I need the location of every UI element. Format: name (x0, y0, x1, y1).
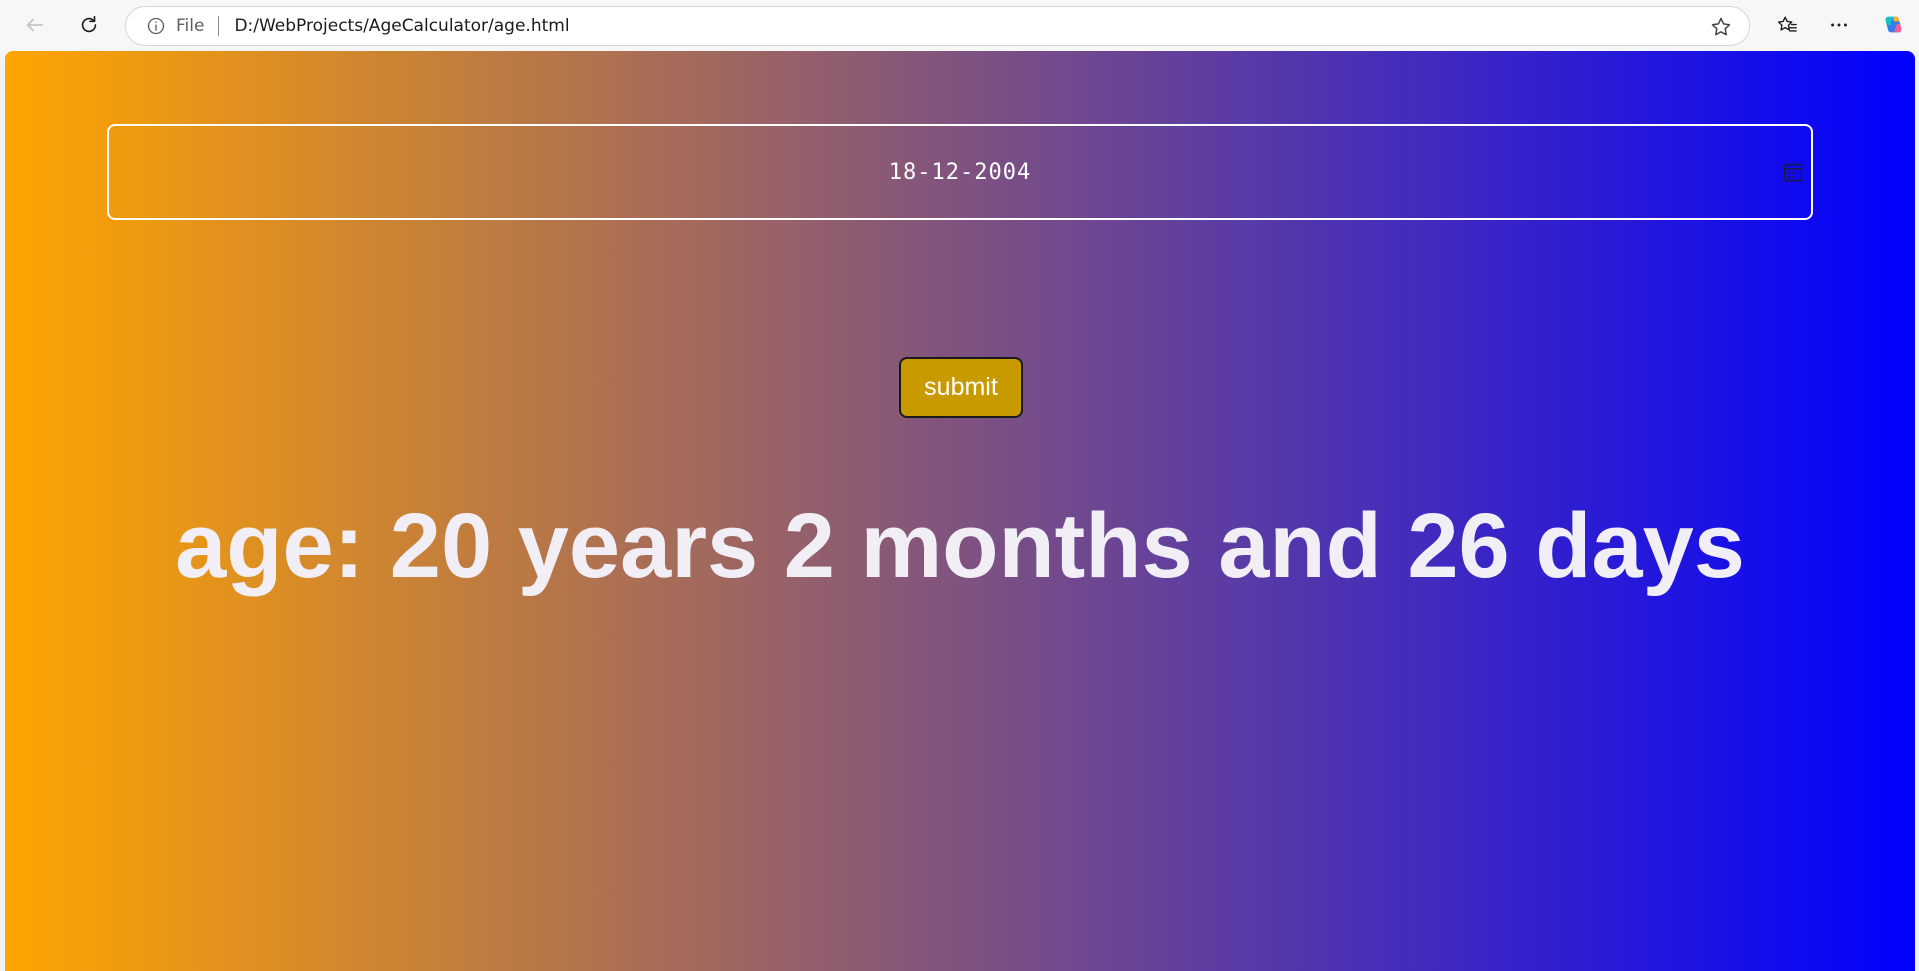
browser-toolbar: File D:/WebProjects/AgeCalculator/age.ht… (0, 0, 1919, 51)
back-button[interactable] (18, 8, 52, 42)
date-input[interactable]: 18-12-2004 (107, 124, 1813, 220)
more-menu-button[interactable] (1822, 8, 1856, 42)
url-separator (218, 16, 220, 36)
calendar-icon[interactable] (1781, 160, 1805, 184)
date-input-value[interactable]: 18-12-2004 (889, 160, 1031, 185)
star-icon[interactable] (1709, 15, 1733, 39)
copilot-icon (1885, 16, 1902, 33)
reload-button[interactable] (72, 8, 106, 42)
submit-button[interactable]: submit (899, 357, 1023, 418)
address-bar[interactable]: File D:/WebProjects/AgeCalculator/age.ht… (125, 6, 1750, 46)
reload-icon (81, 15, 97, 33)
favorites-button[interactable] (1770, 8, 1804, 42)
age-result: age: 20 years 2 months and 26 days (175, 495, 1745, 597)
copilot-button[interactable] (1876, 8, 1910, 42)
info-icon[interactable] (146, 16, 166, 36)
favorites-icon (1777, 16, 1797, 32)
more-icon (1831, 23, 1847, 27)
url-text[interactable]: D:/WebProjects/AgeCalculator/age.html (234, 16, 569, 36)
page-viewport: 18-12-2004 submit age: 20 years 2 months… (5, 51, 1915, 971)
scheme-label: File (176, 16, 205, 36)
arrow-left-icon (26, 18, 44, 32)
